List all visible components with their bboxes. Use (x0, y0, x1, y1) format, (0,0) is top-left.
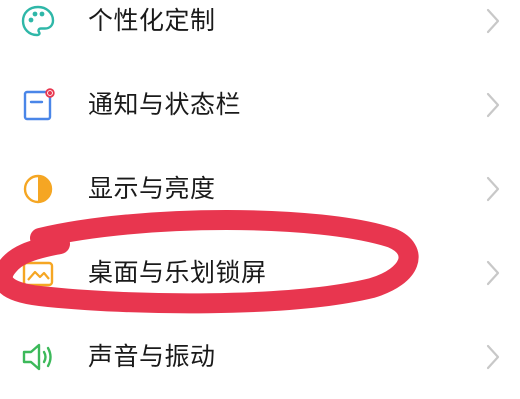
settings-item-label: 声音与振动 (88, 342, 216, 371)
chevron-right-icon (486, 344, 500, 370)
settings-item-personalization[interactable]: 个性化定制 (0, 0, 520, 63)
brightness-icon (20, 171, 56, 207)
chevron-right-icon (486, 8, 500, 34)
settings-list: 个性化定制 通知与状态栏 显示与亮度 桌面与乐划锁屏 声音与振动 (0, 0, 520, 399)
chevron-right-icon (486, 92, 500, 118)
palette-icon (20, 3, 56, 39)
desktop-icon (20, 255, 56, 291)
notification-icon (20, 87, 56, 123)
settings-item-desktop-lockscreen[interactable]: 桌面与乐划锁屏 (0, 231, 520, 315)
settings-item-label: 通知与状态栏 (88, 90, 242, 119)
chevron-right-icon (486, 260, 500, 286)
settings-item-label: 桌面与乐划锁屏 (88, 258, 267, 287)
settings-item-display-brightness[interactable]: 显示与亮度 (0, 147, 520, 231)
settings-item-label: 显示与亮度 (88, 174, 216, 203)
settings-item-sound-vibration[interactable]: 声音与振动 (0, 315, 520, 399)
settings-item-label: 个性化定制 (88, 6, 216, 35)
settings-item-notifications[interactable]: 通知与状态栏 (0, 63, 520, 147)
chevron-right-icon (486, 176, 500, 202)
sound-icon (20, 339, 56, 375)
